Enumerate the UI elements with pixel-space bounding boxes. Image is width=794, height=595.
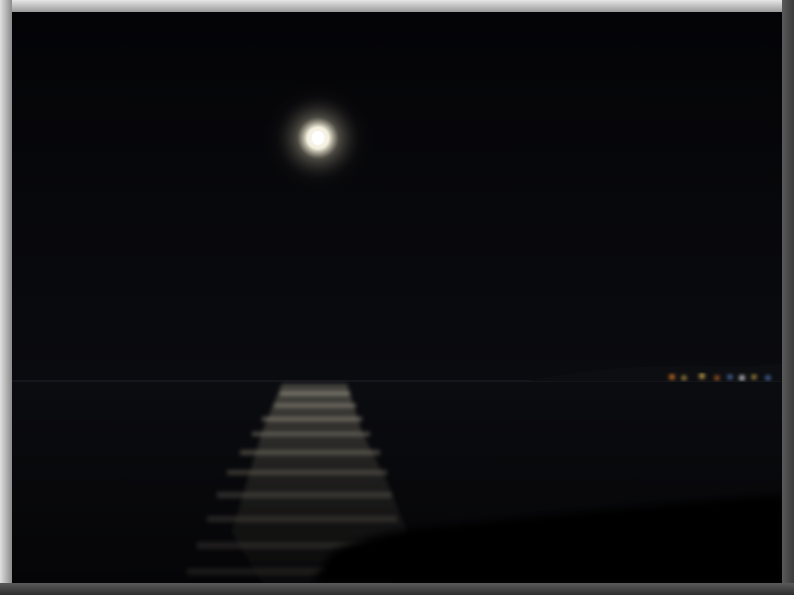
frame-bevel-right (782, 0, 794, 595)
photo-frame (0, 0, 794, 595)
night-sea-photo (12, 12, 782, 583)
moon (312, 131, 324, 145)
night-scene (12, 12, 782, 583)
frame-bevel-bottom (0, 583, 794, 595)
night-sky (12, 12, 782, 382)
frame-bevel-left (0, 0, 12, 595)
frame-bevel-top (0, 0, 794, 12)
